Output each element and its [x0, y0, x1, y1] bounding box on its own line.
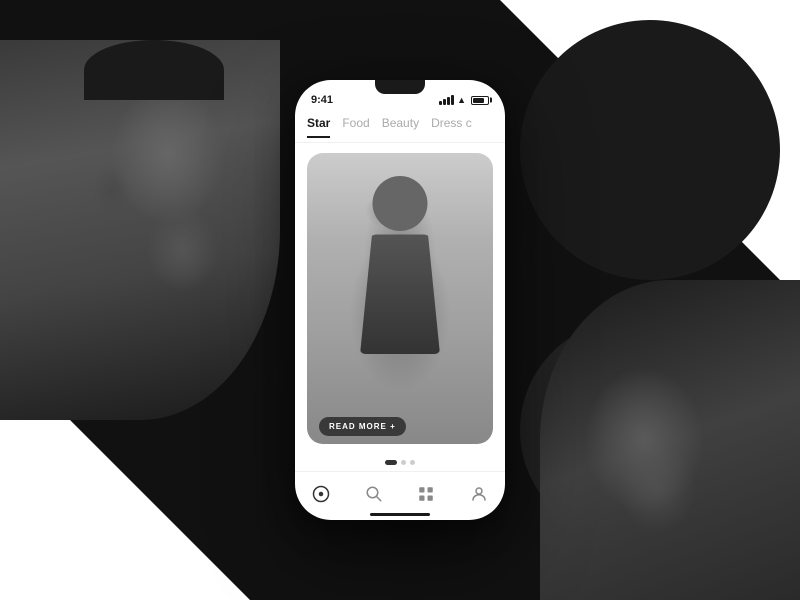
grid-icon — [417, 485, 435, 503]
content-area: READ MORE + — [295, 143, 505, 454]
battery-icon — [471, 96, 489, 105]
read-more-button[interactable]: READ MORE + — [319, 417, 406, 436]
profile-icon — [470, 485, 488, 503]
status-icons: ▲ — [439, 95, 489, 105]
tab-beauty[interactable]: Beauty — [382, 116, 419, 138]
phone-notch — [360, 80, 440, 102]
card-overlay: READ MORE + — [307, 408, 493, 444]
status-time: 9:41 — [311, 94, 333, 106]
wifi-icon: ▲ — [457, 95, 466, 105]
search-icon — [365, 485, 383, 503]
nav-search[interactable] — [360, 480, 388, 508]
phone-wrapper: 9:41 ▲ Star Food Beauty Dress c — [295, 80, 505, 520]
dot-3 — [410, 460, 415, 465]
dots-indicator — [295, 454, 505, 471]
bg-circle-right-top — [520, 20, 780, 280]
signal-icon — [439, 95, 454, 105]
tab-navigation: Star Food Beauty Dress c — [295, 112, 505, 143]
phone: 9:41 ▲ Star Food Beauty Dress c — [295, 80, 505, 520]
dot-2 — [401, 460, 406, 465]
content-card[interactable]: READ MORE + — [307, 153, 493, 444]
nav-explore[interactable] — [307, 480, 335, 508]
nav-grid[interactable] — [412, 480, 440, 508]
face-left-texture — [0, 40, 280, 420]
tab-food[interactable]: Food — [342, 116, 369, 138]
dot-1 — [385, 460, 397, 465]
card-image — [307, 153, 493, 444]
tab-star[interactable]: Star — [307, 116, 330, 138]
home-indicator — [295, 512, 505, 520]
bottom-navigation — [295, 471, 505, 512]
explore-icon — [312, 485, 330, 503]
face-right-texture — [540, 280, 800, 600]
face-portrait-left — [0, 40, 280, 420]
face-portrait-right — [540, 280, 800, 600]
tab-dress[interactable]: Dress c — [431, 116, 472, 138]
nav-profile[interactable] — [465, 480, 493, 508]
